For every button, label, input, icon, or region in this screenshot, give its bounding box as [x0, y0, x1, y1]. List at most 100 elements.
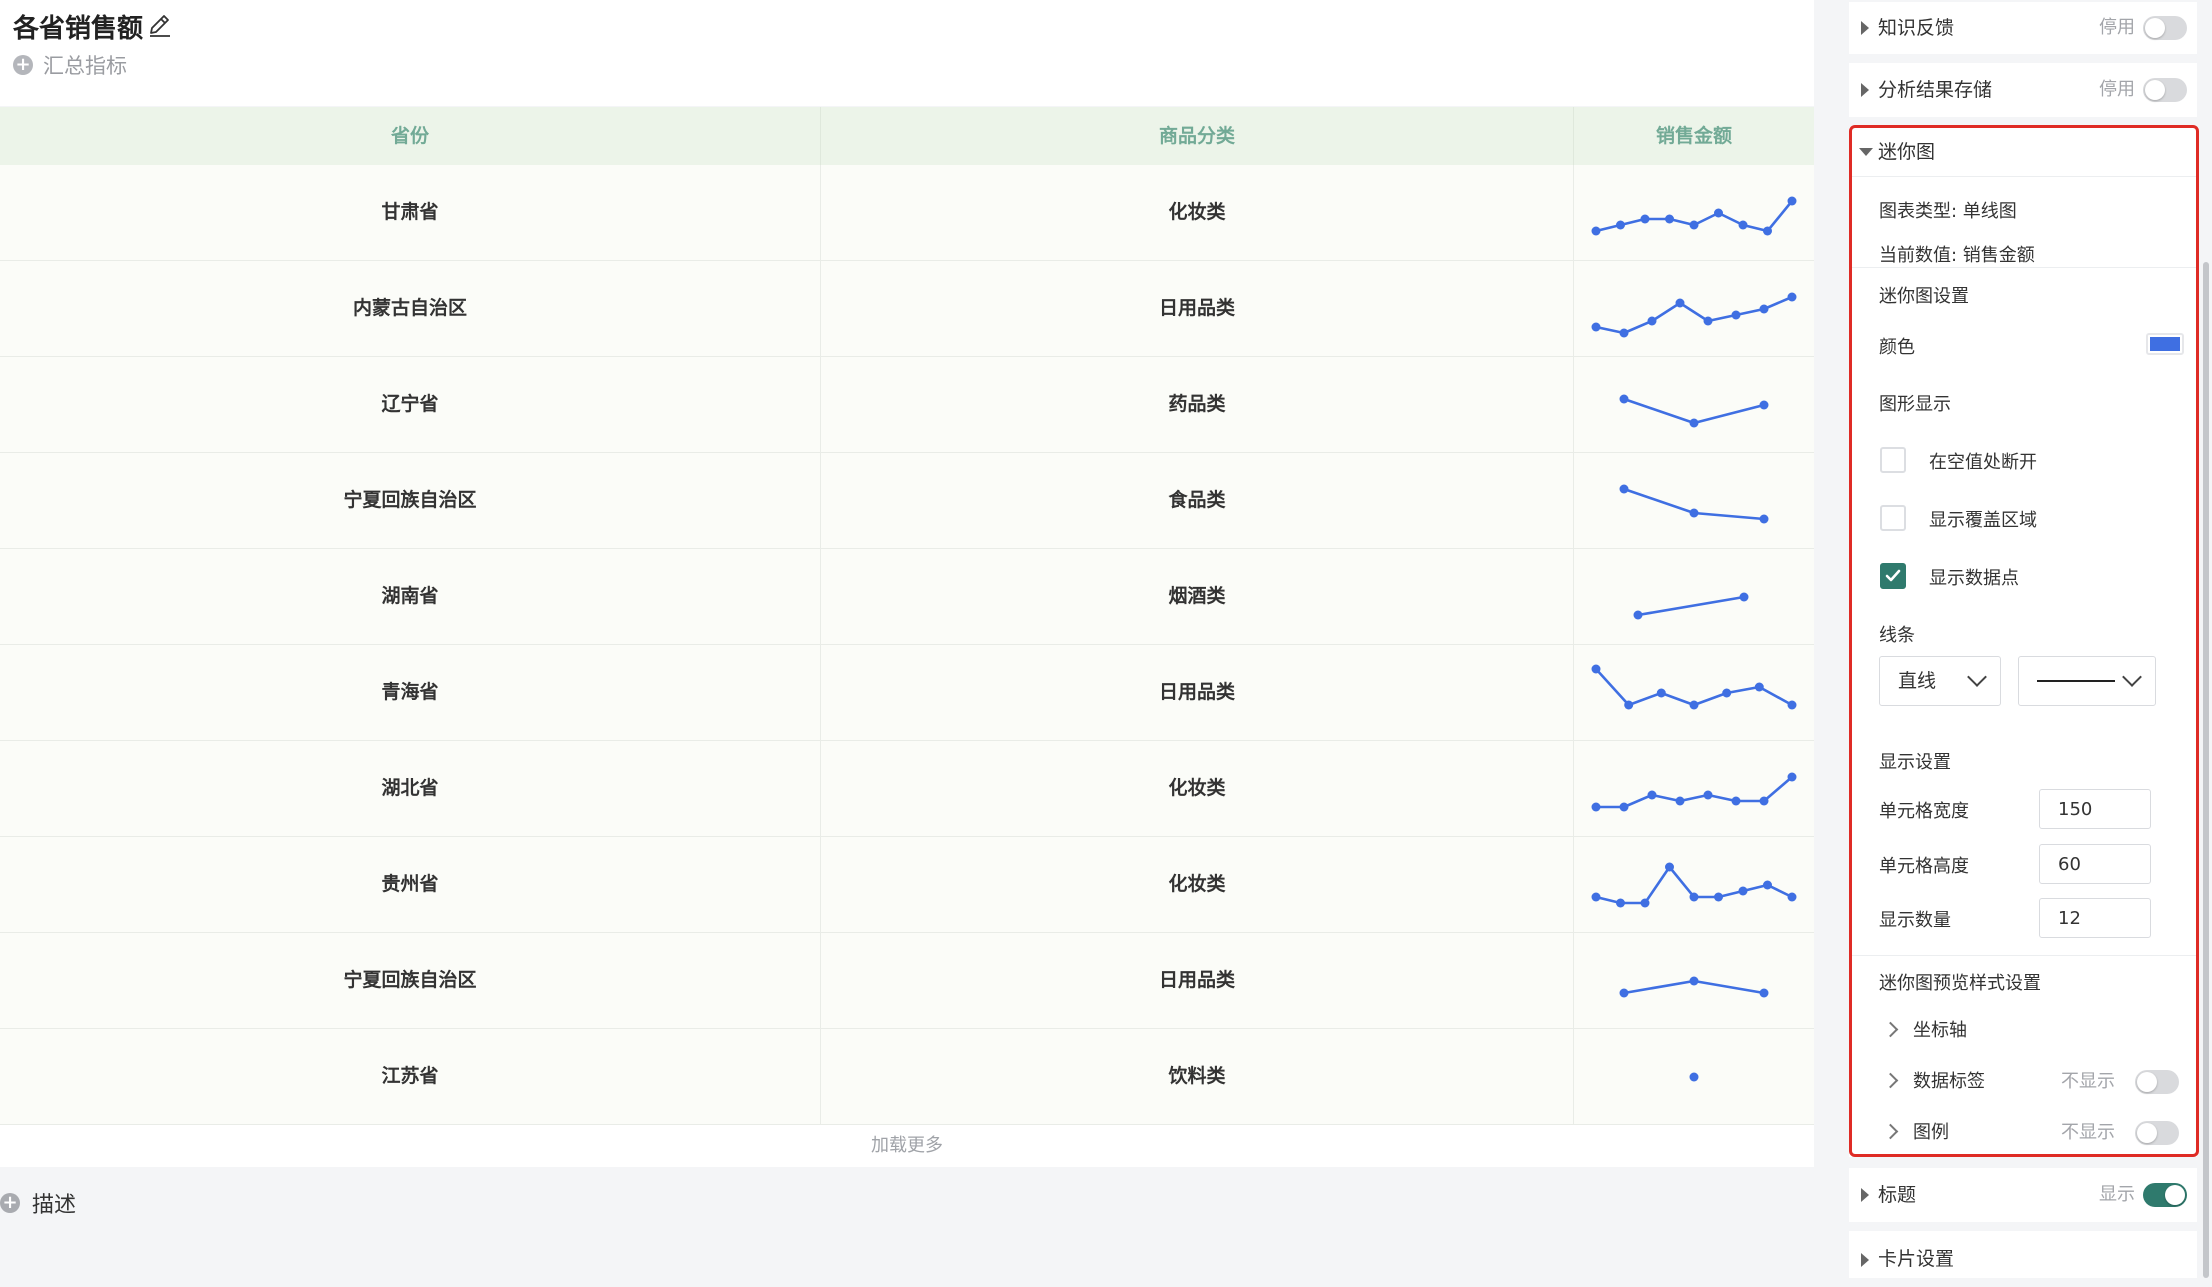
table-row[interactable]: 宁夏回族自治区 食品类 — [0, 453, 1814, 549]
preview-style-label: 迷你图预览样式设置 — [1879, 973, 2041, 994]
display-settings-label: 显示设置 — [1879, 752, 1951, 773]
chart-type-info: 图表类型: 单线图 — [1879, 201, 2017, 222]
add-summary-metric-button[interactable]: + 汇总指标 — [13, 50, 127, 80]
sparkline-chart — [1619, 484, 1769, 524]
data-label-title: 数据标签 — [1913, 1071, 1985, 1092]
show-area-checkbox[interactable] — [1880, 505, 1906, 531]
status-text: 停用 — [2099, 17, 2135, 38]
line-style-select[interactable] — [2018, 656, 2156, 706]
sparkline-chart — [1591, 772, 1797, 812]
cell-category: 日用品类 — [1158, 969, 1235, 991]
table-row[interactable]: 湖北省 化妆类 — [0, 741, 1814, 837]
display-count-input[interactable]: 12 — [2039, 898, 2151, 938]
data-label-toggle[interactable] — [2135, 1070, 2179, 1094]
column-header-province[interactable]: 省份 — [0, 107, 820, 165]
line-label: 线条 — [1879, 625, 1915, 646]
sparkline-point — [1619, 988, 1629, 998]
column-header-sales[interactable]: 销售金额 — [1574, 107, 1814, 165]
cell-province: 内蒙古自治区 — [352, 297, 467, 319]
sparkline-point — [1647, 790, 1657, 800]
cell-width-value: 150 — [2058, 799, 2093, 820]
sparkline-point — [1689, 976, 1699, 986]
cell-category: 化妆类 — [1168, 777, 1226, 799]
title-toggle[interactable] — [2143, 1183, 2187, 1207]
sparkline-chart — [1591, 664, 1797, 710]
table-row[interactable]: 贵州省 化妆类 — [0, 837, 1814, 933]
cell-category: 化妆类 — [1168, 201, 1226, 223]
toggle-knob — [2137, 1123, 2157, 1143]
cell-height-input[interactable]: 60 — [2039, 844, 2151, 884]
sparkline-path — [1595, 295, 1793, 335]
sparkline-point — [1665, 862, 1674, 872]
sparkline-point — [1647, 316, 1657, 326]
legend-toggle[interactable] — [2135, 1121, 2179, 1145]
data-label-subsection[interactable]: 数据标签 不显示 — [1879, 1067, 2179, 1097]
legend-status: 不显示 — [2061, 1122, 2115, 1143]
sparkline-point — [1633, 610, 1643, 620]
cell-province: 宁夏回族自治区 — [343, 969, 477, 991]
card-settings-section[interactable]: 卡片设置 — [1849, 1231, 2197, 1278]
scrollbar[interactable] — [2203, 262, 2209, 1278]
sparkline-chart — [1633, 592, 1749, 620]
sparkline-point — [1591, 664, 1601, 674]
status-text: 停用 — [2099, 79, 2135, 100]
mini-chart-settings-label: 迷你图设置 — [1879, 286, 1969, 307]
table-row[interactable]: 甘肃省 化妆类 — [0, 165, 1814, 261]
break-on-null-checkbox[interactable] — [1880, 447, 1906, 473]
table-body: 甘肃省 化妆类 内蒙古自治区 日用品类 辽宁省 药品类 宁夏回族自治区 食品类 … — [0, 165, 1814, 1125]
column-header-category[interactable]: 商品分类 — [821, 107, 1573, 165]
cell-province: 青海省 — [381, 681, 439, 703]
sparkline-point — [1738, 886, 1748, 896]
sparkline-point — [1714, 892, 1723, 902]
table-row[interactable]: 湖南省 烟酒类 — [0, 549, 1814, 645]
line-type-select[interactable]: 直线 — [1879, 656, 2001, 706]
sparkline-point — [1619, 394, 1629, 404]
mini-chart-section: 迷你图 图表类型: 单线图 当前数值: 销售金额 迷你图设置 颜色 图形显示 在… — [1849, 128, 2197, 1157]
cell-province: 江苏省 — [381, 1065, 439, 1087]
divider — [1849, 176, 2197, 177]
sparkline-point — [1619, 328, 1629, 338]
column-divider — [1573, 165, 1574, 1125]
table-row[interactable]: 内蒙古自治区 日用品类 — [0, 261, 1814, 357]
sparkline-point — [1591, 226, 1601, 236]
load-more-button[interactable]: 加载更多 — [0, 1125, 1814, 1167]
analysis-storage-toggle[interactable] — [2143, 78, 2187, 102]
display-count-value: 12 — [2058, 908, 2081, 929]
cell-width-input[interactable]: 150 — [2039, 789, 2151, 829]
section-title: 标题 — [1878, 1184, 1917, 1206]
sparkline-point — [1616, 898, 1625, 908]
sparkline-chart — [1689, 1072, 1699, 1082]
section-title: 知识反馈 — [1878, 17, 1955, 39]
sparkline-point — [1619, 802, 1629, 812]
knowledge-feedback-toggle[interactable] — [2143, 16, 2187, 40]
current-value-info: 当前数值: 销售金额 — [1879, 245, 2035, 266]
section-title: 迷你图 — [1878, 141, 1936, 163]
title-section[interactable]: 标题 显示 — [1849, 1168, 2197, 1222]
cell-province: 湖南省 — [381, 585, 439, 607]
sparkline-chart — [1619, 976, 1769, 998]
table-row[interactable]: 宁夏回族自治区 日用品类 — [0, 933, 1814, 1029]
sparkline-point — [1665, 214, 1674, 224]
color-picker[interactable] — [2146, 333, 2184, 355]
sparkline-point — [1754, 682, 1764, 692]
table-row[interactable]: 辽宁省 药品类 — [0, 357, 1814, 453]
cell-category: 饮料类 — [1168, 1065, 1226, 1087]
edit-pencil-icon[interactable] — [147, 12, 173, 38]
axis-subsection[interactable]: 坐标轴 — [1879, 1016, 2179, 1046]
table-row[interactable]: 江苏省 饮料类 — [0, 1029, 1814, 1125]
caret-right-icon — [1861, 1188, 1869, 1202]
cell-category: 食品类 — [1168, 489, 1226, 511]
sparkline-point — [1759, 988, 1769, 998]
display-count-label: 显示数量 — [1879, 910, 1951, 931]
add-description-button[interactable]: + 描述 — [0, 1188, 76, 1218]
show-points-checkbox[interactable] — [1880, 563, 1906, 589]
chevron-right-icon — [1882, 1072, 1899, 1089]
analysis-storage-section[interactable]: 分析结果存储 停用 — [1849, 63, 2197, 117]
knowledge-feedback-section[interactable]: 知识反馈 停用 — [1849, 2, 2197, 54]
table-header: 省份 商品分类 销售金额 — [0, 107, 1814, 165]
chevron-down-icon — [1967, 667, 1987, 687]
table-row[interactable]: 青海省 日用品类 — [0, 645, 1814, 741]
legend-subsection[interactable]: 图例 不显示 — [1879, 1118, 2179, 1148]
line-type-value: 直线 — [1898, 670, 1937, 692]
mini-chart-header[interactable]: 迷你图 — [1849, 128, 2197, 176]
